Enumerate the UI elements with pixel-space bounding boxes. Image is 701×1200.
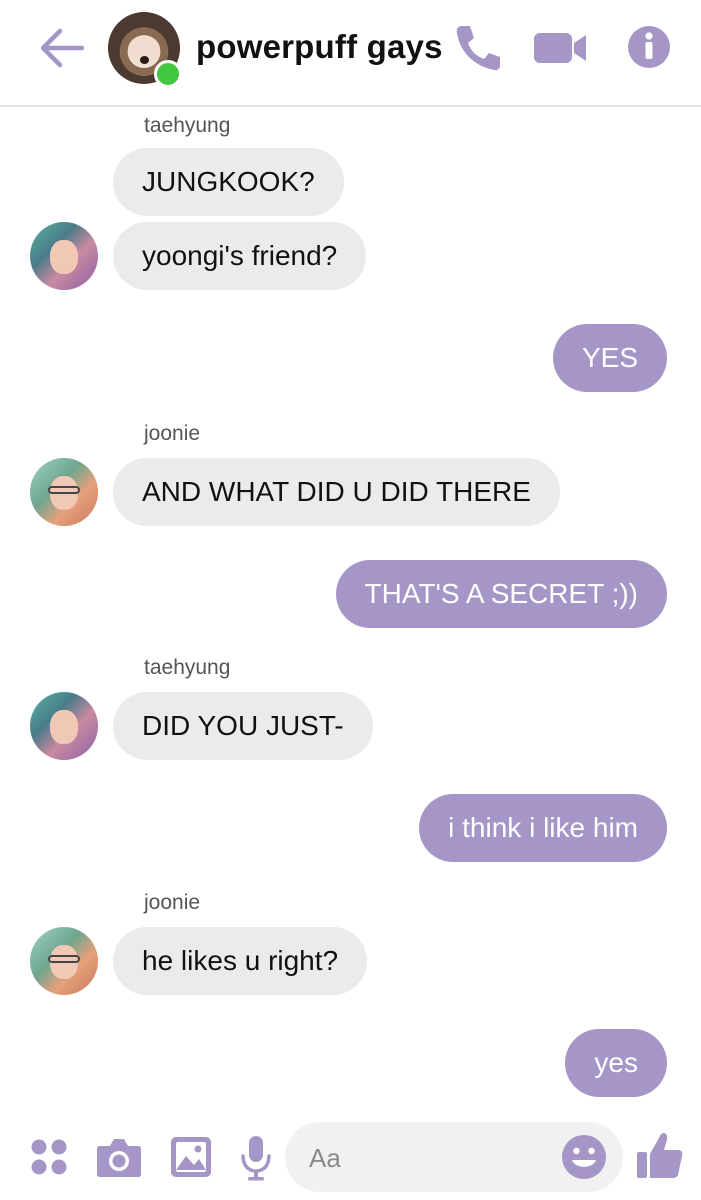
avatar-taehyung[interactable] — [30, 222, 98, 290]
avatar-joonie[interactable] — [30, 458, 98, 526]
message-bubble-incoming[interactable]: DID YOU JUST- — [113, 692, 373, 760]
phone-icon[interactable] — [452, 22, 502, 74]
message-bubble-incoming[interactable]: yoongi's friend? — [113, 222, 367, 290]
thumbs-up-icon[interactable] — [636, 1130, 684, 1180]
apps-grid-icon[interactable] — [30, 1138, 68, 1176]
sender-name: taehyung — [144, 656, 231, 679]
message-composer — [285, 1122, 623, 1194]
message-bubble-incoming[interactable]: AND WHAT DID U DID THERE — [113, 458, 560, 526]
avatar-glasses — [48, 955, 80, 963]
avatar-glasses — [48, 486, 80, 494]
avatar-face — [50, 710, 78, 744]
avatar-mouth — [140, 56, 149, 64]
message-bubble-incoming[interactable]: JUNGKOOK? — [113, 148, 344, 216]
online-status-indicator — [154, 60, 182, 88]
message-bubble-outgoing[interactable]: YES — [552, 324, 667, 392]
avatar-face — [50, 240, 78, 274]
message-bubble-outgoing[interactable]: yes — [565, 1029, 667, 1097]
message-bubble-incoming[interactable]: he likes u right? — [113, 927, 368, 995]
camera-icon[interactable] — [96, 1136, 142, 1178]
image-icon[interactable] — [170, 1136, 212, 1178]
chat-header: powerpuff gays — [0, 0, 701, 107]
chat-title[interactable]: powerpuff gays — [196, 28, 443, 66]
arrow-left-icon[interactable] — [38, 26, 84, 70]
info-icon[interactable] — [626, 22, 672, 72]
microphone-icon[interactable] — [240, 1134, 272, 1182]
message-input[interactable] — [307, 1122, 561, 1194]
sender-name: taehyung — [144, 114, 231, 137]
sender-name: joonie — [144, 422, 201, 445]
message-bubble-outgoing[interactable]: THAT'S A SECRET ;)) — [335, 560, 667, 628]
emoji-icon[interactable] — [561, 1134, 607, 1180]
video-camera-icon[interactable] — [532, 22, 588, 72]
message-bubble-outgoing[interactable]: i think i like him — [419, 794, 667, 862]
avatar-joonie[interactable] — [30, 927, 98, 995]
sender-name: joonie — [144, 891, 201, 914]
avatar-taehyung[interactable] — [30, 692, 98, 760]
